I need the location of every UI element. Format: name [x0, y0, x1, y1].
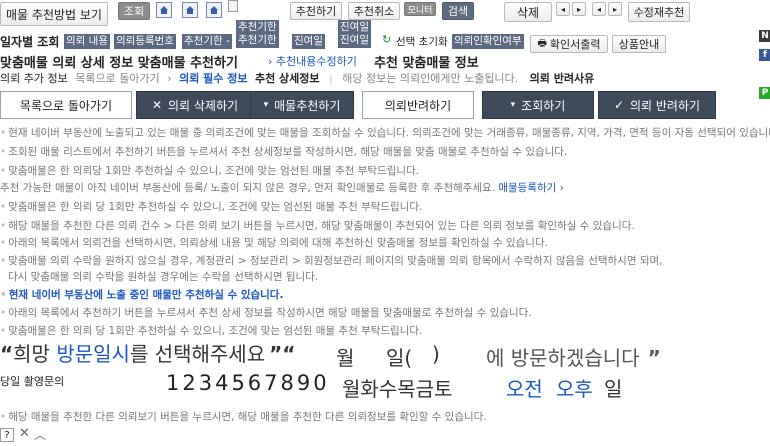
- back-link[interactable]: 목록으로 돌아가기: [75, 72, 159, 85]
- recommend-listing-button[interactable]: ▾ 매물추천하기: [250, 91, 354, 119]
- filter-tag-deadline[interactable]: 추천기한 -: [182, 34, 232, 49]
- search-action-button[interactable]: ▾ 조회하기: [482, 91, 594, 119]
- print-confirm-button[interactable]: 🖶 확인서출력: [530, 35, 608, 53]
- search-action-label: 조회하기: [521, 98, 566, 113]
- print-confirm-label: 확인서출력: [549, 38, 601, 51]
- subheading-row: 의뢰 추가 정보 목록으로 돌아가기 › 의뢰 필수 정보 추천 상세정보 | …: [0, 72, 595, 85]
- today-shoot-label: 당일 촬영문의: [0, 375, 65, 388]
- filter-tag-content[interactable]: 의뢰 내용: [64, 34, 110, 49]
- doc-icon[interactable]: [228, 0, 238, 12]
- delete-request-label: 의뢰 삭제하기: [168, 98, 239, 113]
- info-line: • 맞춤매물은 한 의뢰 당 1회만 추천하실 수 있으니, 조건에 맞는 엄선된…: [0, 201, 423, 213]
- close-icon-footer[interactable]: ✕: [19, 426, 30, 441]
- weekday-picker[interactable]: 월화수목금토: [342, 373, 452, 402]
- product-guide-button[interactable]: 상품안내: [612, 35, 666, 53]
- visibility-note: 해당 정보는 의뢰인에게만 노출됩니다.: [342, 72, 519, 85]
- recommend-listing-label: 매물추천하기: [274, 98, 341, 113]
- footer-info-line: • 해당 매물을 추천한 다른 의뢰보기 버튼을 누르시면, 해당 매물을 추천한…: [0, 411, 487, 423]
- info-line: • 맞춤매물은 한 의뢰 당 1회만 추천하실 수 있으니, 조건에 맞는 엄선된…: [0, 325, 423, 337]
- month-label: 월: [336, 346, 355, 370]
- info-line: 추천 가능한 매물이 아직 네이버 부동산에 등록/ 노출이 되지 않은 경우,…: [0, 182, 564, 194]
- side-badge-n-icon[interactable]: N: [759, 30, 770, 42]
- close-icon: ✕: [151, 98, 162, 112]
- day-suffix: 일: [604, 377, 623, 401]
- info-line: • 맞춤매물은 한 의뢰당 1회만 추천하실 수 있으니, 조건에 맞는 엄선된 …: [0, 165, 420, 177]
- filter-tag-regno[interactable]: 의뢰등록번호: [114, 34, 176, 49]
- reject-request-label-2: 의뢰 반려하기: [630, 98, 701, 113]
- chevron-down-icon: ▾: [263, 100, 269, 110]
- home-icon-3[interactable]: [206, 2, 222, 18]
- edit-rerecommend-button[interactable]: 수정재추천: [628, 2, 690, 22]
- method-guide-button[interactable]: 매물 추천방법 보기: [0, 2, 108, 26]
- prev-icon[interactable]: ◂: [556, 2, 570, 16]
- home-icon-2[interactable]: [182, 2, 198, 18]
- next-icon[interactable]: ▸: [572, 2, 586, 16]
- info-line: • 해당 매물을 추천한 다른 의뢰 건수 > 다른 의뢰 보기 버튼을 누르시면…: [0, 220, 635, 232]
- print-icon: 🖶: [537, 37, 547, 49]
- home-icon[interactable]: [156, 2, 172, 18]
- search-button[interactable]: 조회: [118, 2, 150, 20]
- check-button[interactable]: 검색: [442, 2, 474, 20]
- delete-button[interactable]: 삭제: [504, 2, 552, 22]
- recommended-info-heading: 추천 맞춤매물 정보: [374, 56, 479, 71]
- recommend-button[interactable]: 추천하기: [290, 2, 342, 20]
- chevron-down-icon-2: ▾: [510, 100, 516, 110]
- required-info-link[interactable]: 의뢰 필수 정보: [179, 72, 247, 85]
- filter-tag-deadline-2[interactable]: 추천기한 추천기한: [236, 20, 279, 48]
- monitor-button[interactable]: 모니터: [404, 2, 436, 16]
- info-line: • 아래의 목록에서 추천하기 버튼을 누르셔서 추천 상세 정보를 작성하시면 …: [0, 307, 532, 319]
- refresh-icon[interactable]: ↻: [382, 33, 391, 46]
- info-line: • 아래의 목록에서 의뢰건을 선택하시면, 의뢰상세 내용 및 해당 의뢰에 대…: [0, 237, 548, 249]
- info-line: • 조회된 매물 리스트에서 추천하기 버튼을 누르셔서 추천 상세정보를 작성하…: [0, 146, 568, 158]
- side-badge-f-icon[interactable]: f: [759, 49, 770, 61]
- day-label: 일(: [386, 346, 413, 370]
- info-line: • 현재 네이버 부동산에 노출되고 있는 매물 중 의뢰조건에 맞는 매물을 조…: [0, 127, 770, 139]
- edit-recommend-link[interactable]: › 추천내용수정하기: [268, 53, 357, 69]
- info-line: 다시 맞춤매물 의뢰 수락을 원하실 경우에는 수락을 선택하시면 됩니다.: [8, 271, 319, 283]
- help-icon[interactable]: ?: [0, 428, 14, 442]
- digit-picker[interactable]: 1234567890: [166, 371, 330, 395]
- reset-selection-label[interactable]: 선택 초기화: [396, 34, 448, 49]
- filter-title: 일자별 조회: [0, 35, 60, 49]
- detail-label: 추천 상세정보: [254, 72, 320, 85]
- filter-tag-progress[interactable]: 진여일: [292, 34, 325, 49]
- prev-icon-2[interactable]: ◂: [592, 2, 606, 16]
- cancel-recommend-button[interactable]: 추천취소: [348, 2, 400, 20]
- info-line: • 현재 네이버 부동산에 노출 중인 매물만 추천하실 수 있습니다.: [0, 289, 284, 301]
- check-icon: ✓: [613, 98, 624, 112]
- next-icon-2[interactable]: ▸: [608, 2, 622, 16]
- am-option[interactable]: 오전: [506, 373, 543, 402]
- client-confirm-tag[interactable]: 의뢰인확인여부: [452, 34, 524, 49]
- visit-suffix: 에 방문하겠습니다”: [486, 346, 661, 370]
- pm-option[interactable]: 오후: [556, 373, 593, 402]
- info-line: • 맞춤매물 의뢰 수락을 원하지 않으실 경우, 계정관리 > 정보관리 > 회…: [0, 255, 663, 267]
- section-heading: 맞춤매물 의뢰 상세 정보 맞춤매물 추천하기: [0, 56, 238, 71]
- register-listing-link[interactable]: 매물등록하기: [498, 182, 556, 194]
- paren-close: ): [432, 342, 440, 366]
- visit-request-line: “희망 방문일시를 선택해주세요 ”“: [0, 342, 296, 366]
- reject-request-button[interactable]: 의뢰반려하기: [362, 91, 474, 119]
- back-to-list-button[interactable]: 목록으로 돌아가기: [0, 91, 132, 119]
- reject-reason-label: 의뢰 반려사유: [529, 72, 595, 85]
- chevron-up-icon[interactable]: ︿: [34, 426, 46, 443]
- delete-request-button[interactable]: ✕ 의뢰 삭제하기: [136, 91, 254, 119]
- add-info-label: 의뢰 추가 정보: [0, 72, 68, 85]
- reject-request-button-2[interactable]: ✓ 의뢰 반려하기: [598, 91, 716, 119]
- edit-recommend-label: 추천내용수정하기: [275, 55, 357, 68]
- side-badge-p-icon[interactable]: P: [759, 87, 770, 99]
- filter-tag-progress-2[interactable]: 진여일 진여일: [338, 20, 371, 48]
